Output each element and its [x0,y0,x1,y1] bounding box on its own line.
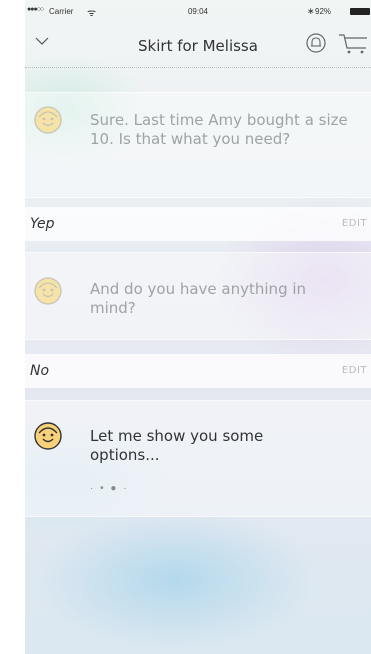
status-bar: ●●●○○ Carrier ᯤ 09:04 ∗ 92% [25,0,371,22]
edit-button[interactable]: EDIT [342,365,367,376]
answer-text: No [30,363,50,379]
edit-button[interactable]: EDIT [342,218,367,229]
bluetooth-icon: ∗ [307,6,315,16]
bot-message: And do you have anything in mind? [25,252,371,340]
bot-message-text: And do you have anything in mind? [90,280,307,317]
user-answer: Yep EDIT [25,207,371,241]
bot-avatar-icon [34,422,62,450]
bot-message-text: Sure. Last time Amy bought a size 10. Is… [90,111,348,148]
bot-message: Sure. Last time Amy bought a size 10. Is… [25,92,371,198]
bot-message-text: Let me show you some options... [90,427,264,464]
typing-indicator: · • ● · [90,483,129,494]
nav-bar: Skirt for Melissa [25,22,371,66]
battery-icon [350,8,370,15]
user-answer: No EDIT [25,354,371,388]
bot-message: Let me show you some options... · • ● · [25,400,371,517]
bot-avatar-icon [34,106,62,134]
battery-percent: 92% [315,7,332,16]
app-screen: ●●●○○ Carrier ᯤ 09:04 ∗ 92% Skirt for Me… [25,0,371,654]
bell-icon[interactable] [305,32,327,54]
nav-divider [25,67,371,68]
cart-icon[interactable] [338,32,368,56]
bot-avatar-icon [34,277,62,305]
answer-text: Yep [30,216,55,232]
